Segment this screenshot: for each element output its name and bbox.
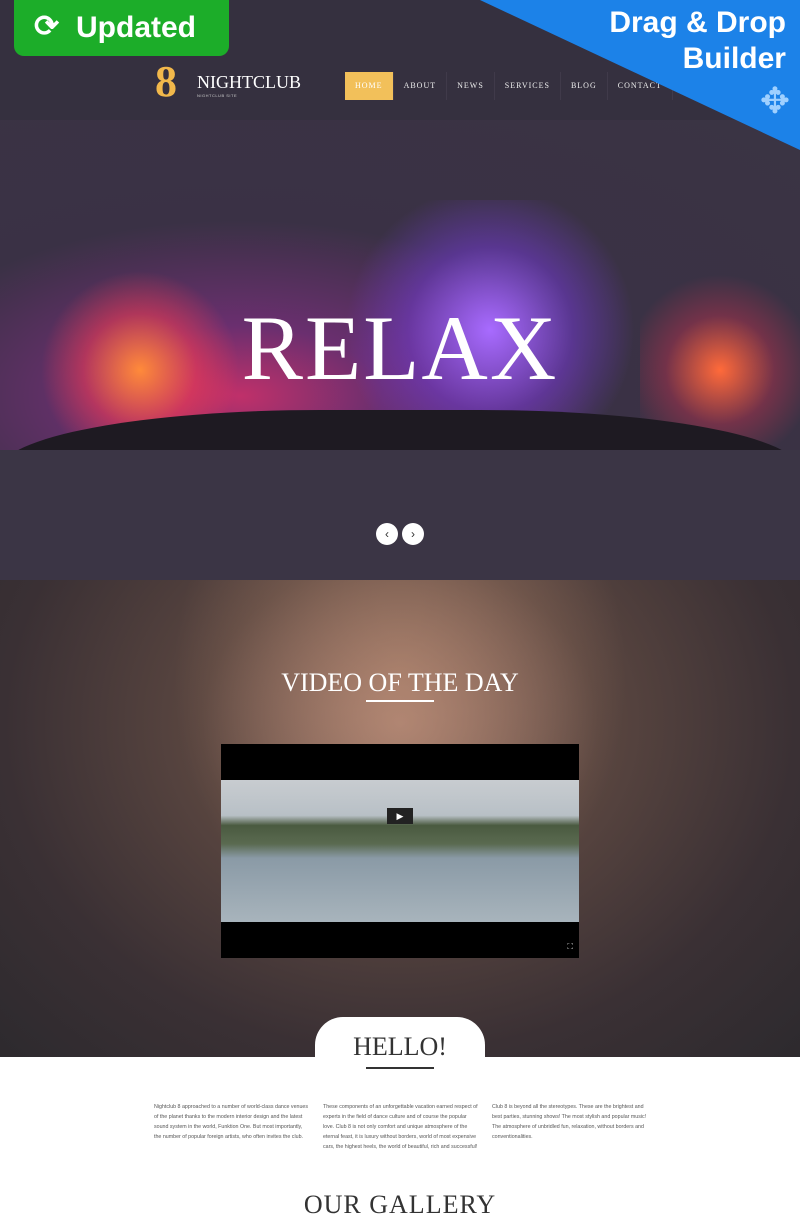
about-text: These components of an unforgettable vac… [323,1104,478,1150]
fullscreen-icon[interactable]: ⛶ [567,942,573,952]
video-section: VIDEO OF THE DAY ▶ ⛶ [0,580,800,1057]
logo-icon[interactable]: 8 [155,60,181,104]
nav-home[interactable]: HOME [345,72,394,100]
hello-title: HELLO! [353,1032,447,1061]
video-player[interactable]: ▶ ⛶ [221,744,579,958]
gallery-title: OUR GALLERY [303,1190,497,1219]
hero-title: RELAX [241,297,559,399]
brand-tagline: NIGHTCLUB SITE [197,93,238,98]
move-arrows-icon: ✥ [759,80,790,121]
updated-badge: ⟳ Updated [14,0,229,56]
title-underline [366,700,434,702]
banner-line-2: Builder [682,42,786,75]
next-slide-button[interactable]: › [402,523,424,545]
nav-services[interactable]: SERVICES [495,72,561,100]
nav-blog[interactable]: BLOG [561,72,608,100]
about-text: Club 8 is beyond all the stereotypes. Th… [492,1104,647,1140]
about-columns: Nightclub 8 approached to a number of wo… [154,1102,647,1152]
refresh-icon: ⟳ [34,10,60,43]
hero-slider: RELAX ‹ › [0,120,800,580]
nav-news[interactable]: NEWS [447,72,495,100]
updated-label: Updated [76,11,196,44]
video-title: VIDEO OF THE DAY [281,668,519,697]
hero-shadow [0,450,800,580]
main-nav: HOME ABOUT NEWS SERVICES BLOG CONTACT [345,72,673,100]
video-frame [221,780,579,922]
play-icon[interactable]: ▶ [387,808,413,824]
banner-line-1: Drag & Drop [609,6,786,39]
prev-slide-button[interactable]: ‹ [376,523,398,545]
brand-name[interactable]: NIGHTCLUB [197,72,301,93]
about-text: Nightclub 8 approached to a number of wo… [154,1104,308,1140]
title-underline [366,1067,434,1069]
nav-about[interactable]: ABOUT [394,72,448,100]
